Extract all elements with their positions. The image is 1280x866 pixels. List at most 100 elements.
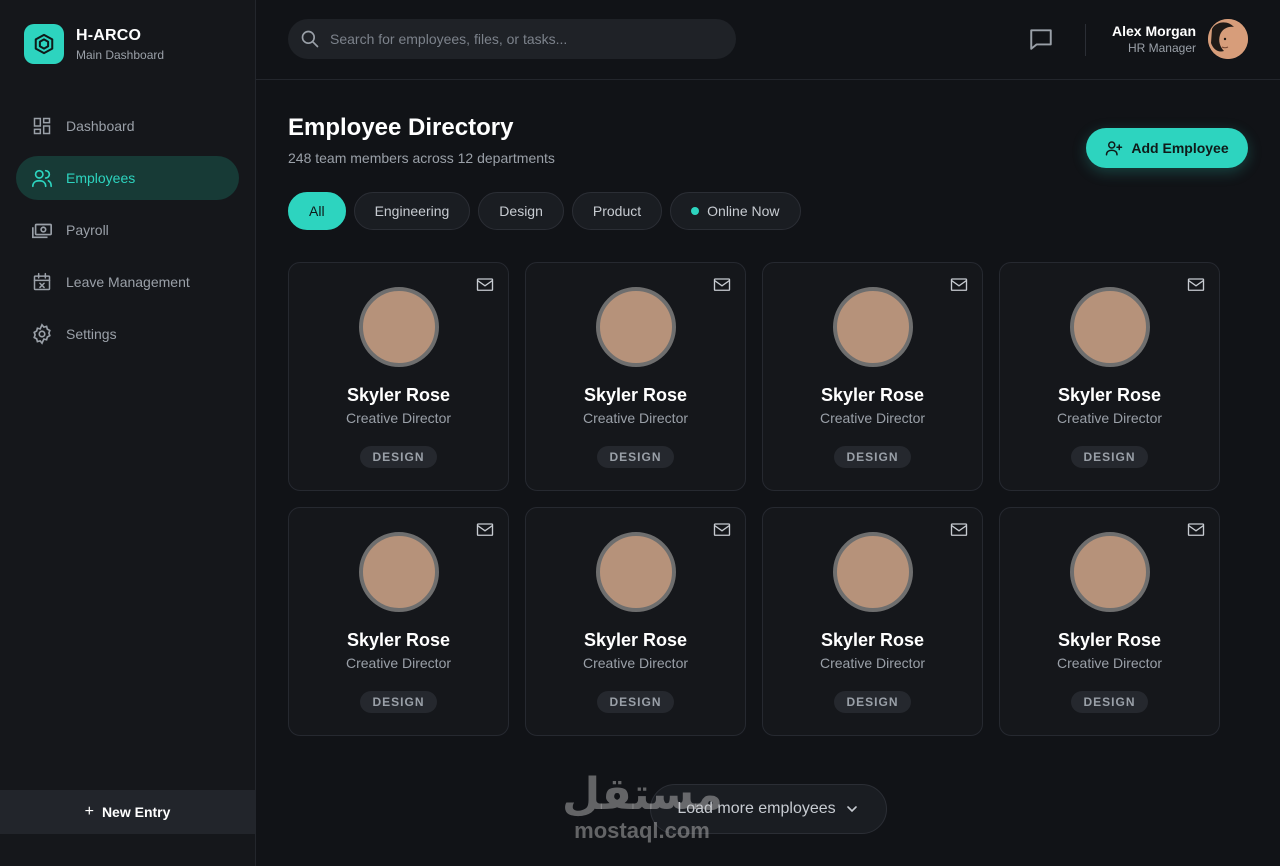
mail-icon[interactable]: [1187, 277, 1205, 293]
employee-card[interactable]: Skyler Rose Creative Director DESIGN: [762, 262, 983, 491]
new-entry-label: New Entry: [101, 804, 171, 820]
search-input[interactable]: [330, 31, 710, 47]
add-employee-label: Add Employee: [1131, 140, 1229, 156]
page-subtitle: 248 team members across 12 departments: [288, 150, 555, 166]
add-employee-button[interactable]: Add Employee: [1086, 128, 1248, 168]
employee-name: Skyler Rose: [820, 385, 925, 405]
mail-icon[interactable]: [713, 277, 731, 293]
sidebar-item-label: Leave Management: [66, 274, 190, 290]
search-icon: [300, 29, 320, 49]
sidebar-item-label: Employees: [66, 170, 136, 186]
employee-card[interactable]: Skyler Rose Creative Director DESIGN: [288, 507, 509, 736]
employee-avatar: [832, 532, 913, 612]
mail-icon[interactable]: [1187, 522, 1205, 538]
sidebar-nav: Dashboard Employees Payroll Leave Manage…: [16, 104, 239, 364]
filter-chip-label: Design: [499, 203, 543, 219]
employee-card[interactable]: Skyler Rose Creative Director DESIGN: [288, 262, 509, 491]
user-plus-icon: [1105, 139, 1123, 157]
gear-icon: [30, 322, 54, 346]
user-avatar: [1208, 19, 1248, 59]
mail-icon[interactable]: [476, 277, 494, 293]
search-bar[interactable]: [288, 19, 736, 59]
topbar-divider: [1085, 24, 1086, 56]
new-entry-button[interactable]: + New Entry: [0, 790, 255, 834]
employee-avatar: [1069, 532, 1150, 612]
brand-subtitle: Main Dashboard: [76, 47, 165, 62]
sidebar-item-label: Dashboard: [66, 118, 135, 134]
employee-card[interactable]: Skyler Rose Creative Director DESIGN: [999, 262, 1220, 491]
sidebar-item-payroll[interactable]: Payroll: [16, 208, 239, 252]
employee-card[interactable]: Skyler Rose Creative Director DESIGN: [525, 262, 746, 491]
mail-icon[interactable]: [476, 522, 494, 538]
employee-avatar: [358, 287, 439, 367]
mail-icon[interactable]: [950, 522, 968, 538]
mail-icon[interactable]: [713, 522, 731, 538]
filter-chip-product[interactable]: Product: [571, 192, 663, 230]
employee-name: Skyler Rose: [1057, 385, 1162, 405]
mail-icon[interactable]: [950, 277, 968, 293]
cash-icon: [30, 218, 54, 242]
user-name: Alex Morgan: [1111, 23, 1196, 39]
employee-role: Creative Director: [819, 655, 926, 671]
brand[interactable]: H-ARCO Main Dashboard: [24, 24, 164, 64]
employee-avatar: [358, 532, 439, 612]
employee-name: Skyler Rose: [583, 630, 688, 650]
employee-grid: Skyler Rose Creative Director DESIGN Sky…: [288, 262, 1221, 736]
filter-chip-engineering[interactable]: Engineering: [353, 192, 471, 230]
filter-chip-all[interactable]: All: [288, 192, 346, 230]
filter-chip-label: Product: [592, 203, 642, 219]
department-badge: DESIGN: [360, 446, 437, 468]
user-role: HR Manager: [1127, 41, 1196, 55]
employee-role: Creative Director: [582, 655, 689, 671]
filter-chip-label: Engineering: [374, 203, 450, 219]
department-badge: DESIGN: [834, 446, 911, 468]
employee-name: Skyler Rose: [346, 385, 451, 405]
filter-chips: All Engineering Design Product Online No…: [288, 192, 809, 230]
online-status-dot: [691, 207, 700, 215]
department-badge: DESIGN: [597, 691, 674, 713]
sidebar: H-ARCO Main Dashboard Dashboard Employee…: [0, 0, 256, 866]
sidebar-item-label: Settings: [66, 326, 117, 342]
employee-role: Creative Director: [582, 410, 689, 426]
employee-name: Skyler Rose: [820, 630, 925, 650]
department-badge: DESIGN: [360, 691, 437, 713]
employee-name: Skyler Rose: [1057, 630, 1162, 650]
messages-button[interactable]: [1028, 26, 1056, 54]
topbar: Alex Morgan HR Manager: [256, 0, 1280, 80]
brand-name: H-ARCO: [76, 26, 142, 44]
filter-chip-design[interactable]: Design: [478, 192, 564, 230]
employee-name: Skyler Rose: [346, 630, 451, 650]
brand-logo-icon: [24, 24, 64, 64]
employee-card[interactable]: Skyler Rose Creative Director DESIGN: [762, 507, 983, 736]
employee-name: Skyler Rose: [583, 385, 688, 405]
employee-avatar: [595, 287, 676, 367]
employee-role: Creative Director: [345, 410, 452, 426]
sidebar-item-settings[interactable]: Settings: [16, 312, 239, 356]
filter-chip-label: Online Now: [707, 203, 780, 219]
department-badge: DESIGN: [597, 446, 674, 468]
user-profile[interactable]: Alex Morgan HR Manager: [1112, 19, 1248, 59]
employee-avatar: [832, 287, 913, 367]
users-icon: [30, 166, 54, 190]
sidebar-item-employees[interactable]: Employees: [16, 156, 239, 200]
employee-avatar: [595, 532, 676, 612]
plus-icon: +: [84, 803, 94, 820]
sidebar-item-label: Payroll: [66, 222, 109, 238]
employee-role: Creative Director: [345, 655, 452, 671]
calendar-x-icon: [30, 270, 54, 294]
filter-chip-label: All: [309, 203, 325, 219]
filter-chip-online-now[interactable]: Online Now: [670, 192, 801, 230]
department-badge: DESIGN: [1071, 691, 1148, 713]
employee-role: Creative Director: [1056, 655, 1163, 671]
load-more-button[interactable]: Load more employees: [650, 784, 887, 834]
chat-bubble-icon: [1028, 29, 1054, 56]
employee-card[interactable]: Skyler Rose Creative Director DESIGN: [999, 507, 1220, 736]
employee-card[interactable]: Skyler Rose Creative Director DESIGN: [525, 507, 746, 736]
dashboard-grid-icon: [30, 114, 54, 138]
employee-role: Creative Director: [819, 410, 926, 426]
chevron-down-icon: [844, 801, 860, 817]
sidebar-item-leave-management[interactable]: Leave Management: [16, 260, 239, 304]
page-title: Employee Directory: [288, 114, 514, 141]
employee-role: Creative Director: [1056, 410, 1163, 426]
sidebar-item-dashboard[interactable]: Dashboard: [16, 104, 239, 148]
